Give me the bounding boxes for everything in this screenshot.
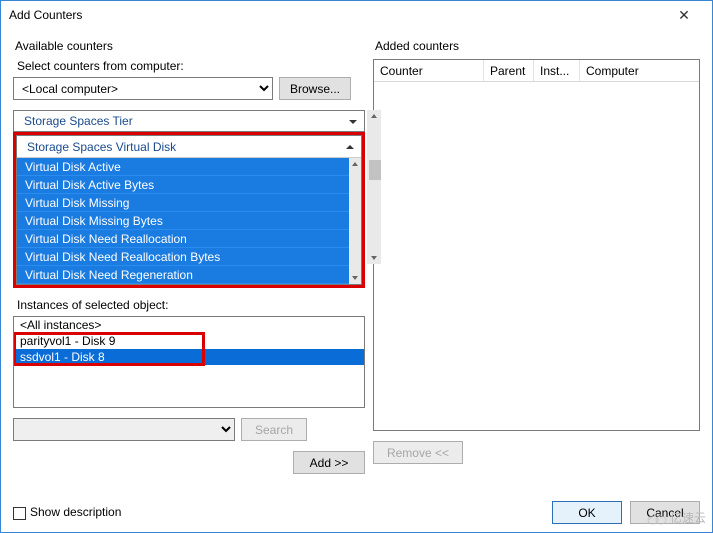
category-label: Storage Spaces Virtual Disk <box>27 140 176 154</box>
scroll-up-icon[interactable] <box>367 110 381 122</box>
added-counters-label: Added counters <box>375 39 700 53</box>
ok-button[interactable]: OK <box>552 501 622 524</box>
instance-item-selected[interactable]: ssdvol1 - Disk 8 <box>14 349 364 365</box>
computer-select[interactable]: <Local computer> <box>13 77 273 100</box>
added-counters-table: Counter Parent Inst... Computer <box>373 59 700 431</box>
category-storage-spaces-virtual-disk[interactable]: Storage Spaces Virtual Disk <box>17 136 361 158</box>
scroll-down-icon[interactable] <box>367 252 381 264</box>
counter-item[interactable]: Virtual Disk Active Bytes <box>17 176 361 194</box>
remove-button[interactable]: Remove << <box>373 441 463 464</box>
table-header: Counter Parent Inst... Computer <box>374 60 699 82</box>
search-button[interactable]: Search <box>241 418 307 441</box>
titlebar: Add Counters ✕ <box>1 1 712 29</box>
category-label: Storage Spaces Tier <box>24 114 133 128</box>
scrollbar[interactable] <box>349 158 361 284</box>
outer-scrollbar[interactable] <box>367 110 381 264</box>
col-computer[interactable]: Computer <box>580 60 699 81</box>
highlight-counters-annotation: Storage Spaces Virtual Disk Virtual Disk… <box>13 132 365 288</box>
col-counter[interactable]: Counter <box>374 60 484 81</box>
instance-search-input[interactable] <box>13 418 235 441</box>
checkbox-icon <box>13 507 26 520</box>
counter-item[interactable]: Virtual Disk Need Regeneration <box>17 266 361 284</box>
scroll-up-icon[interactable] <box>349 158 361 170</box>
instance-item-all[interactable]: <All instances> <box>14 317 364 333</box>
show-description-label: Show description <box>30 505 121 519</box>
cancel-button[interactable]: Cancel <box>630 501 700 524</box>
available-counters-label: Available counters <box>15 39 365 53</box>
add-counters-window: Add Counters ✕ Available counters Select… <box>0 0 713 533</box>
counter-item[interactable]: Virtual Disk Need Reallocation Bytes <box>17 248 361 266</box>
counter-item[interactable]: Virtual Disk Active <box>17 158 361 176</box>
show-description-checkbox[interactable]: Show description <box>13 505 121 519</box>
window-title: Add Counters <box>9 8 664 22</box>
chevron-down-icon <box>348 116 358 130</box>
col-parent[interactable]: Parent <box>484 60 534 81</box>
select-from-computer-label: Select counters from computer: <box>17 59 365 73</box>
counter-list[interactable]: Virtual Disk Active Virtual Disk Active … <box>17 158 361 284</box>
category-storage-spaces-tier[interactable]: Storage Spaces Tier <box>13 110 365 132</box>
scroll-down-icon[interactable] <box>349 272 361 284</box>
counter-item[interactable]: Virtual Disk Missing Bytes <box>17 212 361 230</box>
counter-item[interactable]: Virtual Disk Missing <box>17 194 361 212</box>
instances-label: Instances of selected object: <box>17 298 365 312</box>
chevron-up-icon <box>345 141 355 155</box>
add-button[interactable]: Add >> <box>293 451 365 474</box>
close-icon[interactable]: ✕ <box>664 1 704 29</box>
col-inst[interactable]: Inst... <box>534 60 580 81</box>
browse-button[interactable]: Browse... <box>279 77 351 100</box>
instance-item[interactable]: parityvol1 - Disk 9 <box>14 333 364 349</box>
counter-item[interactable]: Virtual Disk Need Reallocation <box>17 230 361 248</box>
instances-list[interactable]: <All instances> parityvol1 - Disk 9 ssdv… <box>13 316 365 408</box>
